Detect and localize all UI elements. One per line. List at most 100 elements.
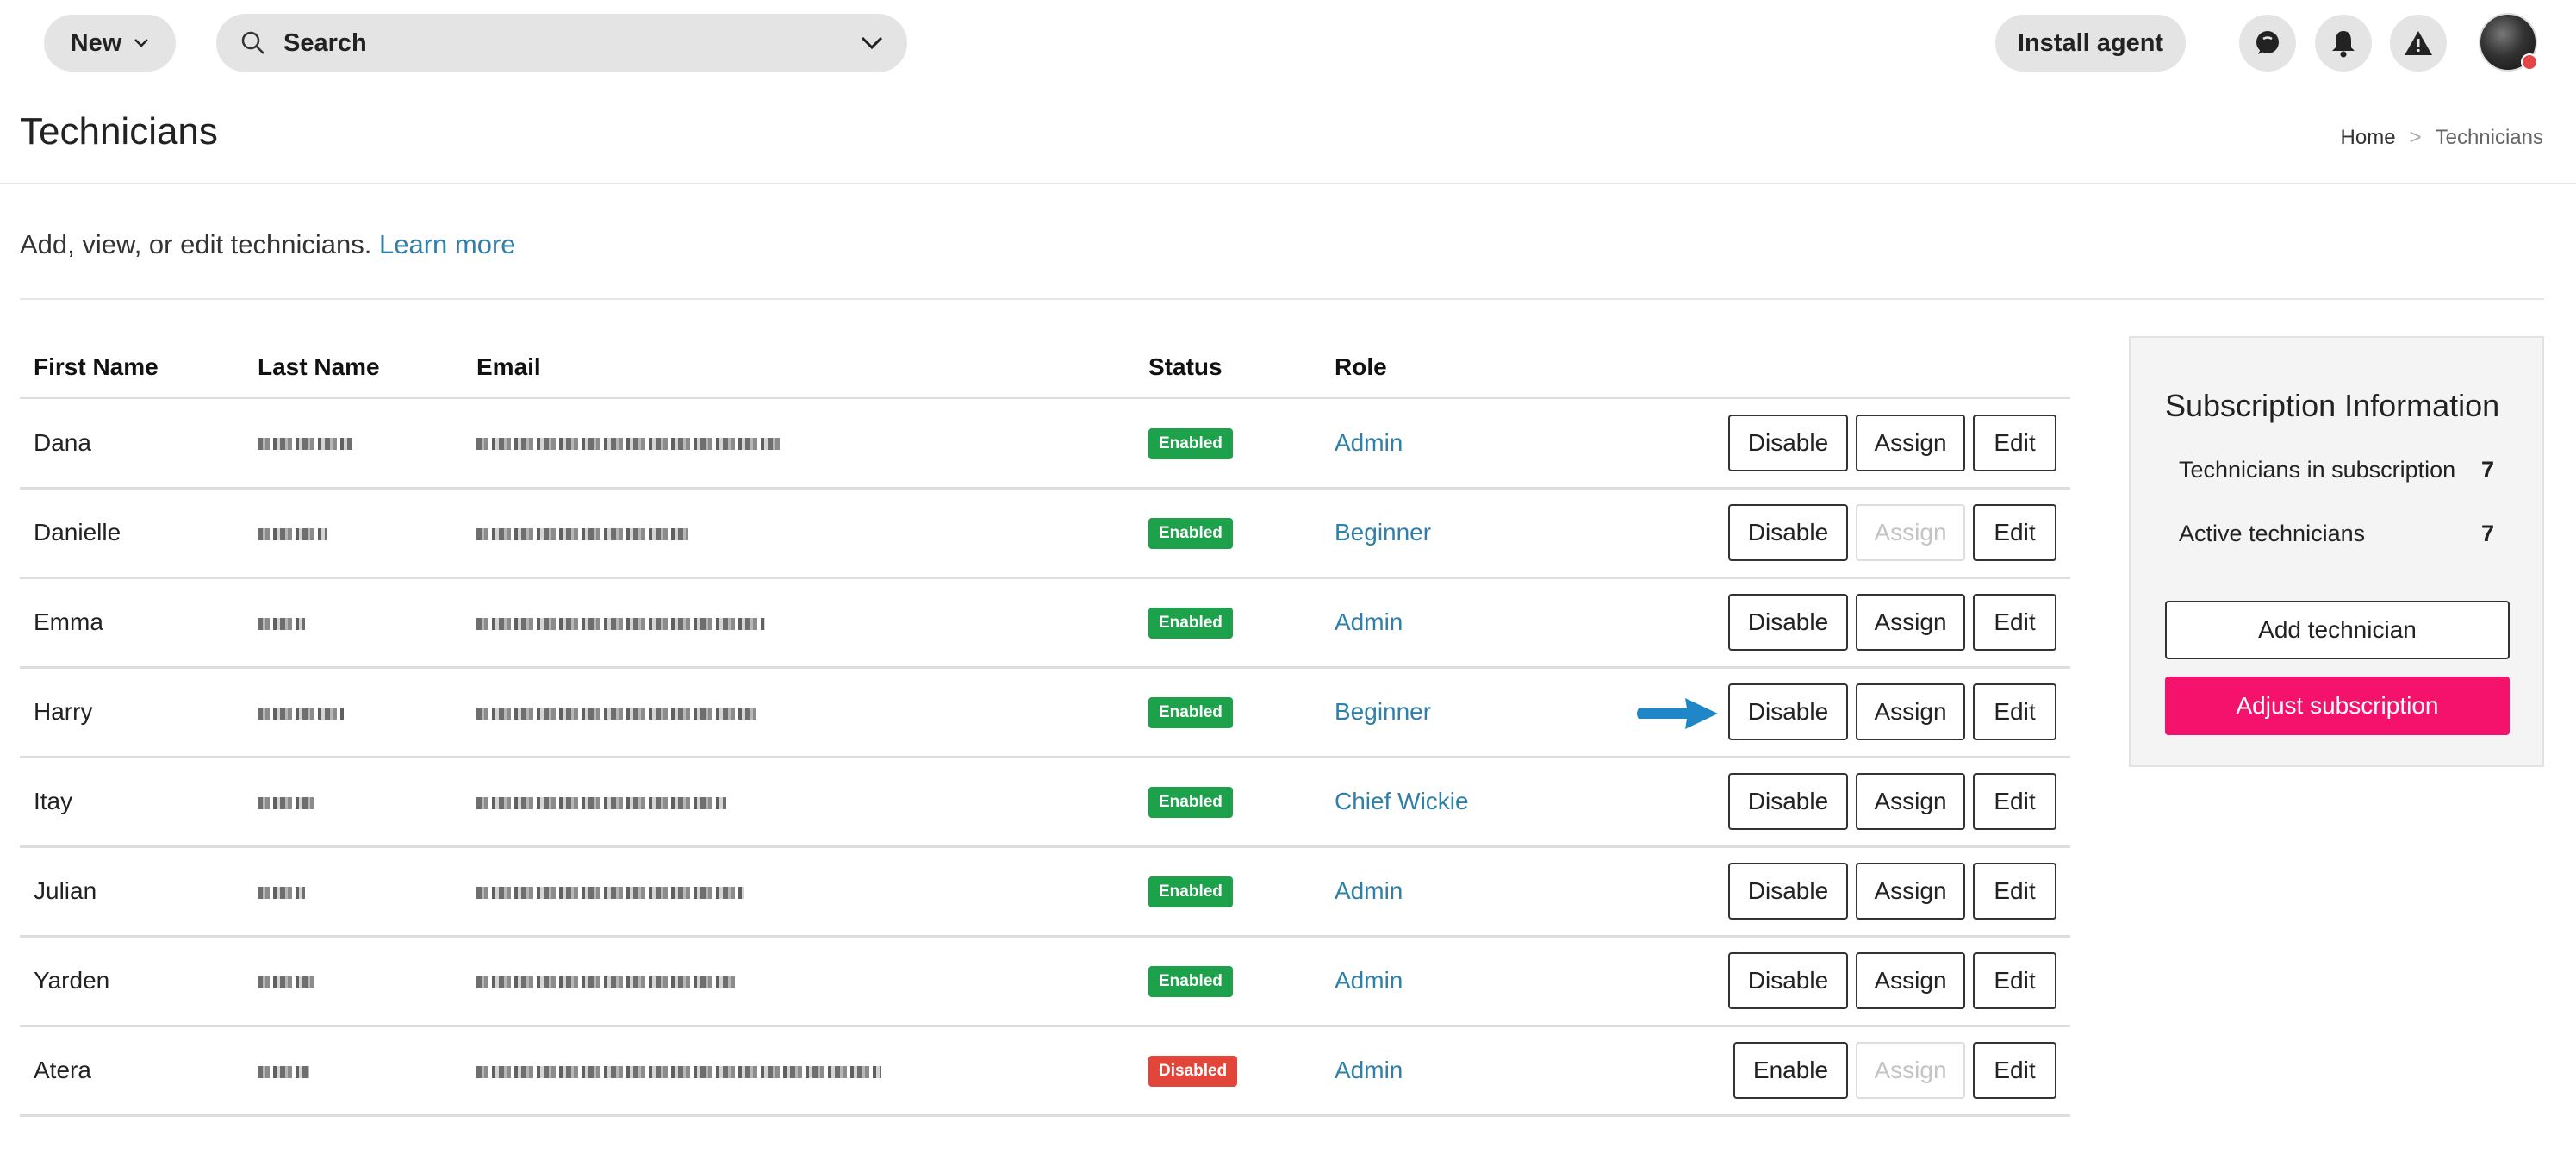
role-link[interactable]: Admin — [1335, 429, 1403, 456]
edit-button[interactable]: Edit — [1973, 1042, 2056, 1099]
actions-cell: Disable Assign Edit — [1605, 757, 2070, 848]
role-link[interactable]: Chief Wickie — [1335, 788, 1469, 814]
first-name-cell: Danielle — [20, 488, 244, 579]
header-last-name[interactable]: Last Name — [244, 336, 463, 399]
edit-button[interactable]: Edit — [1973, 952, 2056, 1009]
assign-button: Assign — [1856, 1042, 1965, 1099]
role-cell: Admin — [1321, 398, 1605, 490]
redacted-last-name — [258, 1065, 309, 1078]
table-row: Itay Enabled Chief Wickie Disable Assign E… — [20, 757, 2070, 848]
header-status[interactable]: Status — [1135, 336, 1321, 399]
last-name-cell — [244, 488, 463, 579]
first-name-cell: Harry — [20, 667, 244, 758]
actions-cell: Disable Assign Edit — [1605, 577, 2070, 669]
table-row: Dana Enabled Admin Disable Assign Edit — [20, 398, 2070, 490]
disable-button[interactable]: Disable — [1728, 594, 1848, 651]
email-cell — [463, 398, 1135, 490]
role-cell: Chief Wickie — [1321, 757, 1605, 848]
email-cell — [463, 1026, 1135, 1117]
redacted-email — [476, 1065, 881, 1078]
status-cell: Enabled — [1135, 936, 1321, 1027]
first-name-cell: Julian — [20, 846, 244, 938]
actions-cell: Disable Assign Edit — [1605, 488, 2070, 579]
subscription-panel: Subscription Information Technicians in … — [2129, 336, 2544, 767]
status-dot — [2521, 53, 2538, 71]
enable-button[interactable]: Enable — [1733, 1042, 1848, 1099]
install-agent-button[interactable]: Install agent — [1995, 15, 2186, 72]
alerts-button[interactable] — [2390, 15, 2447, 72]
redacted-last-name — [258, 617, 305, 630]
disable-button[interactable]: Disable — [1728, 863, 1848, 920]
disable-button[interactable]: Disable — [1728, 773, 1848, 830]
chevron-down-icon[interactable] — [861, 36, 883, 50]
role-link[interactable]: Admin — [1335, 967, 1403, 994]
alert-icon — [2405, 31, 2432, 55]
header-role[interactable]: Role — [1321, 336, 1605, 399]
notifications-button[interactable] — [2315, 15, 2372, 72]
header-first-name[interactable]: First Name — [20, 336, 244, 399]
edit-button[interactable]: Edit — [1973, 504, 2056, 561]
disable-button[interactable]: Disable — [1728, 414, 1848, 471]
in-subscription-label: Technicians in subscription — [2179, 457, 2456, 483]
redacted-last-name — [258, 707, 344, 720]
learn-more-link[interactable]: Learn more — [379, 229, 516, 259]
technicians-table: First Name Last Name Email Status Role D… — [20, 336, 2070, 1117]
edit-button[interactable]: Edit — [1973, 414, 2056, 471]
assign-button[interactable]: Assign — [1856, 594, 1965, 651]
first-name-cell: Yarden — [20, 936, 244, 1027]
role-link[interactable]: Beginner — [1335, 519, 1431, 546]
actions-cell: Disable Assign Edit — [1605, 936, 2070, 1027]
last-name-cell — [244, 936, 463, 1027]
adjust-subscription-button[interactable]: Adjust subscription — [2165, 677, 2510, 735]
active-label: Active technicians — [2179, 521, 2366, 546]
role-cell: Admin — [1321, 577, 1605, 669]
intro-divider — [20, 298, 2544, 300]
breadcrumb-separator: > — [2409, 126, 2422, 149]
intro-text: Add, view, or edit technicians. Learn mo… — [20, 229, 516, 260]
redacted-email — [476, 438, 782, 451]
role-link[interactable]: Admin — [1335, 608, 1403, 635]
new-button-label: New — [70, 28, 122, 57]
email-cell — [463, 667, 1135, 758]
status-cell: Enabled — [1135, 488, 1321, 579]
status-badge: Enabled — [1148, 427, 1233, 459]
assign-button[interactable]: Assign — [1856, 952, 1965, 1009]
disable-button[interactable]: Disable — [1728, 504, 1848, 561]
arrow-icon — [1637, 698, 1718, 729]
redacted-last-name — [258, 438, 352, 451]
role-link[interactable]: Admin — [1335, 877, 1403, 904]
last-name-cell — [244, 398, 463, 490]
status-badge: Enabled — [1148, 966, 1233, 997]
disable-button[interactable]: Disable — [1728, 952, 1848, 1009]
assign-button[interactable]: Assign — [1856, 773, 1965, 830]
edit-button[interactable]: Edit — [1973, 683, 2056, 740]
page-title: Technicians — [20, 110, 218, 153]
chat-button[interactable] — [2239, 15, 2296, 72]
role-cell: Admin — [1321, 1026, 1605, 1117]
disable-button[interactable]: Disable — [1728, 683, 1848, 740]
status-badge: Enabled — [1148, 518, 1233, 549]
search-bar[interactable]: Search — [216, 14, 907, 72]
redacted-email — [476, 886, 744, 899]
status-cell: Disabled — [1135, 1026, 1321, 1117]
assign-button[interactable]: Assign — [1856, 414, 1965, 471]
technicians-in-subscription-row: Technicians in subscription 7 — [2179, 457, 2494, 483]
status-cell: Enabled — [1135, 577, 1321, 669]
breadcrumb-home[interactable]: Home — [2341, 126, 2396, 150]
add-technician-button[interactable]: Add technician — [2165, 601, 2510, 659]
new-button[interactable]: New — [44, 15, 176, 72]
assign-button[interactable]: Assign — [1856, 863, 1965, 920]
chat-icon — [2256, 31, 2279, 54]
last-name-cell — [244, 846, 463, 938]
status-badge: Enabled — [1148, 608, 1233, 639]
assign-button[interactable]: Assign — [1856, 683, 1965, 740]
role-link[interactable]: Beginner — [1335, 698, 1431, 725]
edit-button[interactable]: Edit — [1973, 594, 2056, 651]
redacted-email — [476, 527, 688, 540]
role-link[interactable]: Admin — [1335, 1057, 1403, 1083]
actions-cell: Enable Assign Edit — [1605, 1026, 2070, 1117]
edit-button[interactable]: Edit — [1973, 863, 2056, 920]
status-badge: Disabled — [1148, 1056, 1238, 1087]
header-email[interactable]: Email — [463, 336, 1135, 399]
edit-button[interactable]: Edit — [1973, 773, 2056, 830]
